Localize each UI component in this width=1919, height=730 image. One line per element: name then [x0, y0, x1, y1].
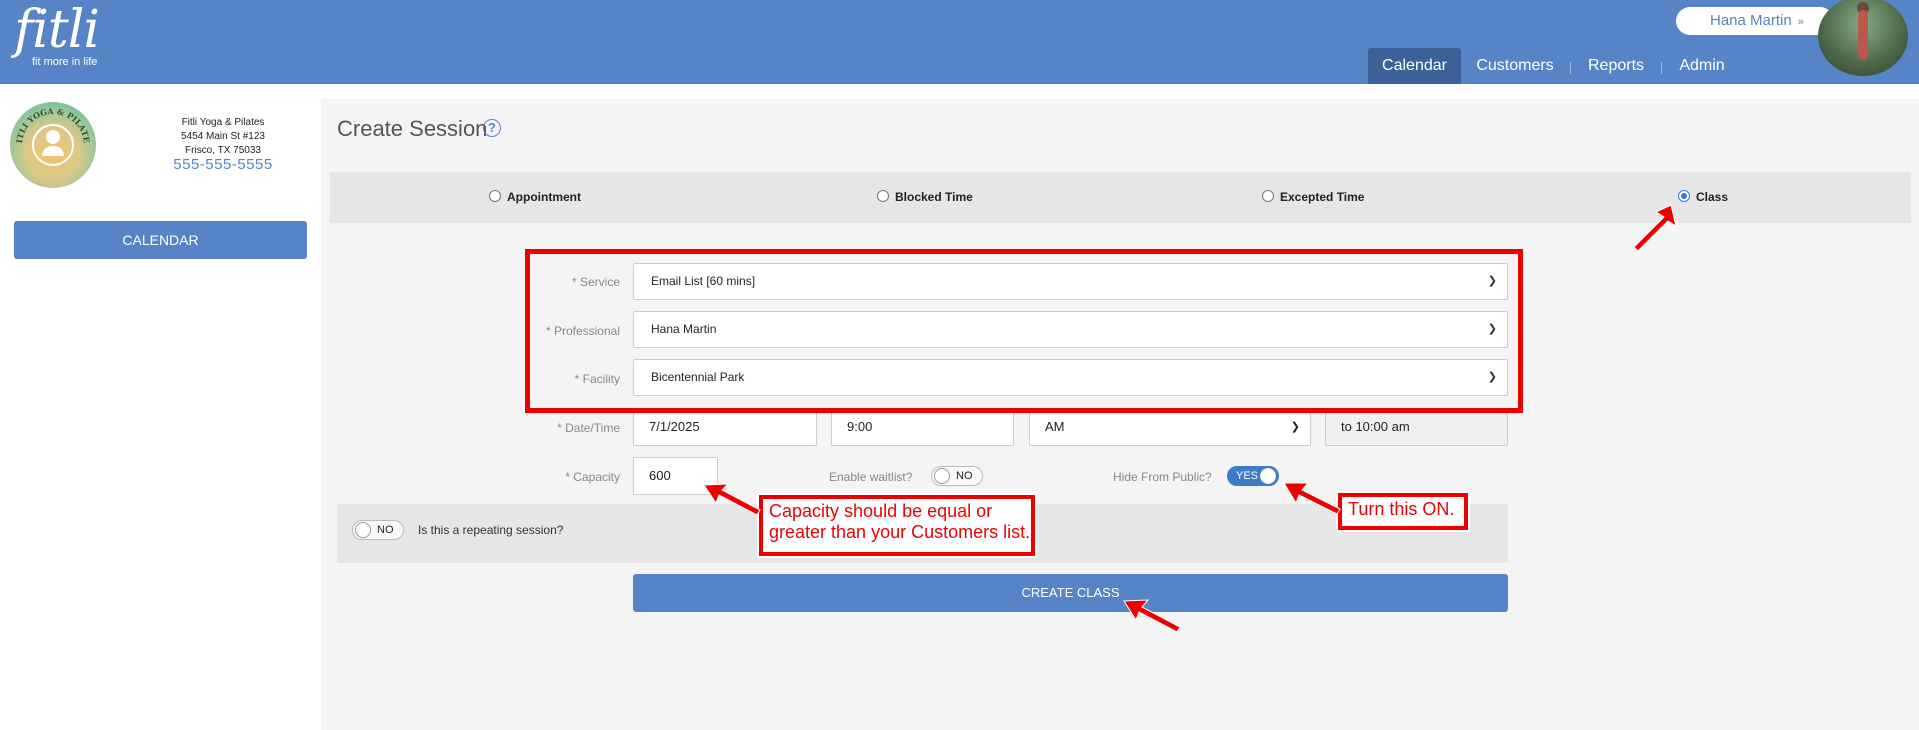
arrow-to-class-radio — [1633, 204, 1677, 252]
arrow-to-capacity — [703, 483, 761, 516]
arrow-to-hide-toggle — [1283, 482, 1341, 515]
annotation-arrows — [703, 204, 1677, 633]
arrow-to-create-button — [1123, 599, 1181, 633]
